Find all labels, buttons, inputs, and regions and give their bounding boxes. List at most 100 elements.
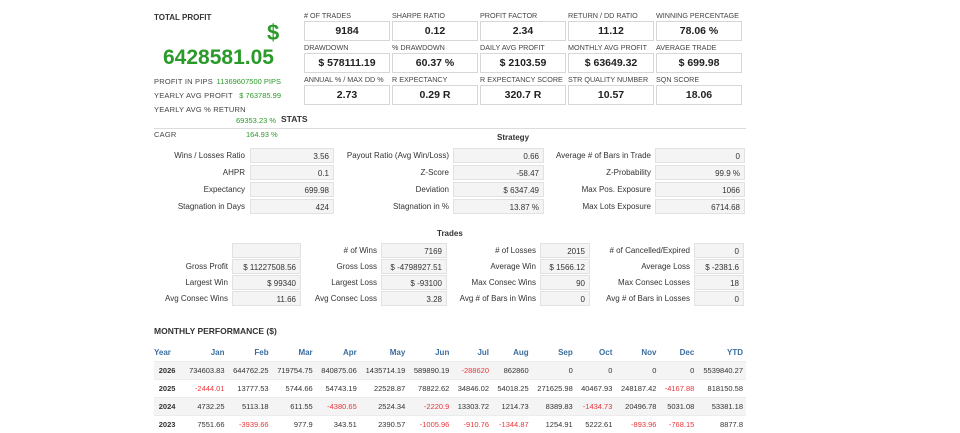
monthly-header-cell: Nov	[615, 343, 659, 362]
metric-value: 9184	[304, 21, 390, 41]
monthly-value-cell: 1435714.19	[360, 362, 409, 380]
metric-value: 10.57	[568, 85, 654, 105]
trade-label: Largest Win	[185, 278, 228, 287]
stat-value: $ 6347.49	[453, 182, 544, 197]
monthly-year-cell: 2023	[154, 416, 183, 433]
stat-label: Stagnation in %	[393, 202, 449, 211]
monthly-value-cell: 5113.18	[228, 398, 272, 416]
stat-label: Z-Score	[421, 168, 449, 177]
stat-label: AHPR	[223, 168, 245, 177]
monthly-row: 20244732.255113.18611.55-4380.652524.34-…	[154, 398, 746, 416]
monthly-value-cell: 54743.19	[316, 380, 360, 398]
stat-value: 1066	[655, 182, 745, 197]
monthly-row: 20237551.66-3939.66977.9343.512390.57-10…	[154, 416, 746, 433]
trade-value: 0	[540, 291, 590, 306]
monthly-value-cell: 644762.25	[228, 362, 272, 380]
monthly-header-cell: Dec	[659, 343, 697, 362]
stat-label: Stagnation in Days	[178, 202, 245, 211]
monthly-value-cell: -2220.9	[408, 398, 452, 416]
monthly-year-cell: 2025	[154, 380, 183, 398]
monthly-header-cell: Jul	[452, 343, 492, 362]
metric-value: 2.34	[480, 21, 566, 41]
metric-value: $ 63649.32	[568, 53, 654, 73]
monthly-value-cell: 248187.42	[615, 380, 659, 398]
metric-label: DAILY AVG PROFIT	[480, 43, 566, 53]
monthly-value-cell: 271625.98	[532, 380, 576, 398]
metric-value: 0.12	[392, 21, 478, 41]
stat-label: Deviation	[416, 185, 449, 194]
trade-value: $ 99340	[232, 275, 301, 290]
monthly-value-cell: 8389.83	[532, 398, 576, 416]
metric-label: ANNUAL % / MAX DD %	[304, 75, 390, 85]
monthly-value-cell: 54018.25	[492, 380, 532, 398]
monthly-value-cell: 862860	[492, 362, 532, 380]
stat-value: -58.47	[453, 165, 544, 180]
monthly-value-cell: 719754.75	[272, 362, 316, 380]
stat-label: Expectancy	[204, 185, 245, 194]
stat-label: Average # of Bars in Trade	[556, 151, 651, 160]
metric-label: SHARPE RATIO	[392, 11, 478, 21]
monthly-value-cell: 0	[615, 362, 659, 380]
monthly-value-cell: 611.55	[272, 398, 316, 416]
monthly-value-cell: 840875.06	[316, 362, 360, 380]
summary-label: PROFIT IN PIPS	[154, 77, 213, 86]
trade-value: $ -2381.6	[694, 259, 744, 274]
currency-symbol: $	[267, 20, 279, 46]
total-profit-value: 6428581.05	[163, 46, 274, 70]
monthly-header-row: YearJanFebMarAprMayJunJulAugSepOctNovDec…	[154, 343, 746, 362]
metric-card: SQN SCORE18.06	[656, 75, 742, 105]
trade-value: $ 11227508.56	[232, 259, 301, 274]
trade-value: $ -93100	[381, 275, 447, 290]
total-profit-label: TOTAL PROFIT	[154, 13, 211, 22]
stats-title: STATS	[281, 114, 308, 124]
trade-label: # of Wins	[344, 246, 377, 255]
monthly-year-cell: 2026	[154, 362, 183, 380]
metric-value: 11.12	[568, 21, 654, 41]
monthly-value-cell: 53381.18	[697, 398, 746, 416]
metric-value: $ 578111.19	[304, 53, 390, 73]
monthly-value-cell: -1434.73	[576, 398, 616, 416]
trade-label: Avg # of Bars in Losses	[606, 294, 690, 303]
monthly-header-cell: YTD	[697, 343, 746, 362]
stat-label: Max Lots Exposure	[583, 202, 651, 211]
summary-value-yearly-avg-return: 69353.23 %	[236, 116, 276, 125]
monthly-header-cell: Jun	[408, 343, 452, 362]
monthly-header-cell: Sep	[532, 343, 576, 362]
monthly-header-cell: Jan	[183, 343, 227, 362]
metric-card: MONTHLY AVG PROFIT$ 63649.32	[568, 43, 654, 73]
metric-label: # OF TRADES	[304, 11, 390, 21]
monthly-value-cell: -2444.01	[183, 380, 227, 398]
summary-row-yearly-avg-profit: YEARLY AVG PROFIT $ 763785.99	[154, 91, 294, 100]
monthly-value-cell: 343.51	[316, 416, 360, 433]
trade-value: $ -4798927.51	[381, 259, 447, 274]
monthly-value-cell: 22528.87	[360, 380, 409, 398]
monthly-value-cell: -768.15	[659, 416, 697, 433]
metric-value: 0.29 R	[392, 85, 478, 105]
strategy-title: Strategy	[497, 133, 529, 142]
trade-value	[232, 243, 301, 258]
stat-value: 0.66	[453, 148, 544, 163]
metric-card: RETURN / DD RATIO11.12	[568, 11, 654, 41]
monthly-value-cell: -4380.65	[316, 398, 360, 416]
metric-label: MONTHLY AVG PROFIT	[568, 43, 654, 53]
monthly-value-cell: 40467.93	[576, 380, 616, 398]
monthly-title: MONTHLY PERFORMANCE ($)	[154, 326, 277, 336]
metric-card: WINNING PERCENTAGE78.06 %	[656, 11, 742, 41]
monthly-value-cell: 5031.08	[659, 398, 697, 416]
trade-value: 7169	[381, 243, 447, 258]
stat-value: 6714.68	[655, 199, 745, 214]
metric-label: R EXPECTANCY	[392, 75, 478, 85]
trade-value: 3.28	[381, 291, 447, 306]
metric-label: AVERAGE TRADE	[656, 43, 742, 53]
metric-card: ANNUAL % / MAX DD %2.73	[304, 75, 390, 105]
stat-value: 699.98	[250, 182, 334, 197]
stat-value: 0	[655, 148, 745, 163]
summary-label-yearly-avg-return: YEARLY AVG % RETURN	[154, 105, 246, 114]
trade-label: Max Consec Losses	[618, 278, 690, 287]
trade-value: 18	[694, 275, 744, 290]
summary-value: 11369607500 PIPS	[216, 77, 281, 86]
metric-value: 320.7 R	[480, 85, 566, 105]
monthly-value-cell: 5222.61	[576, 416, 616, 433]
monthly-value-cell: 34846.02	[452, 380, 492, 398]
monthly-value-cell: -288620	[452, 362, 492, 380]
